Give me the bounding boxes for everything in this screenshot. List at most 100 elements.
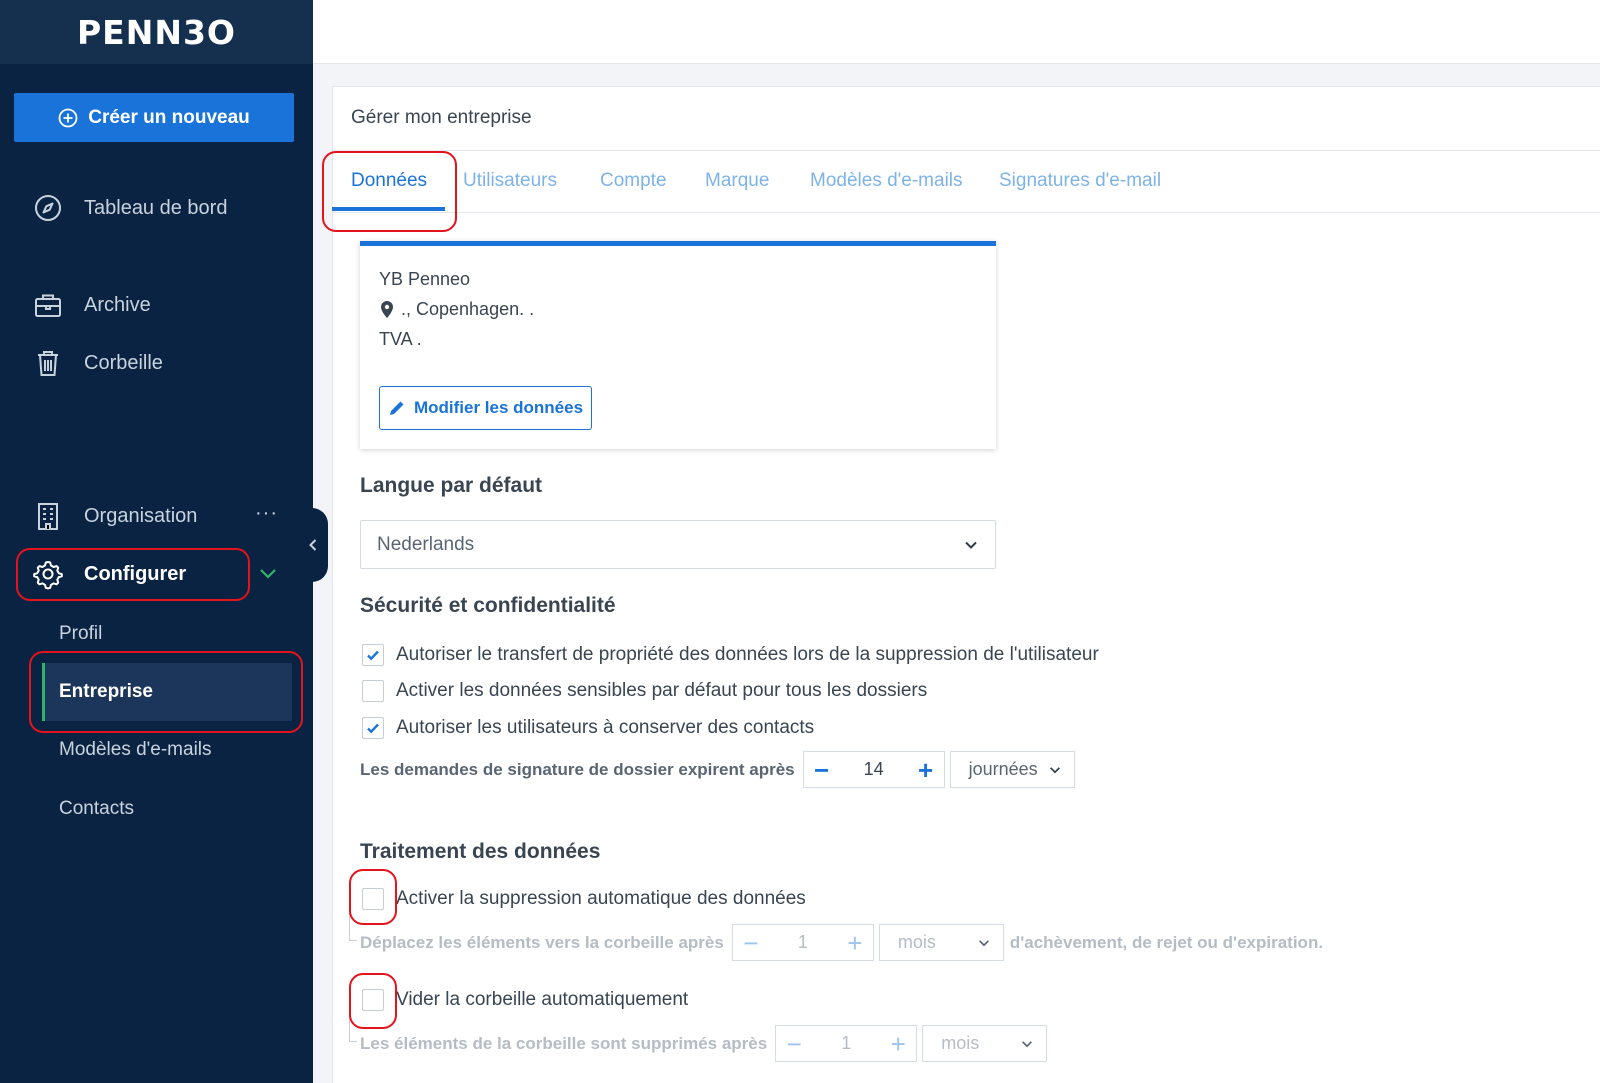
expiry-value[interactable]: 14 bbox=[840, 759, 908, 780]
subnav-label-profile: Profil bbox=[59, 623, 103, 644]
divider bbox=[332, 150, 1600, 151]
tab-users[interactable]: Utilisateurs bbox=[463, 170, 557, 192]
company-name-text: YB Penneo bbox=[379, 269, 471, 289]
checkbox-row-sensitive-data[interactable]: Activer les données sensibles par défaut… bbox=[362, 680, 927, 702]
checkbox-label: Activer les données sensibles par défaut… bbox=[396, 680, 928, 701]
move-unit-value: mois bbox=[897, 932, 936, 952]
trash-stepper[interactable]: − 1 + bbox=[775, 1025, 918, 1062]
checkbox-row-ownership-transfer[interactable]: Autoriser le transfert de propriété des … bbox=[362, 644, 1099, 666]
increment-button[interactable]: + bbox=[837, 926, 873, 960]
checkbox-label: Autoriser le transfert de propriété des … bbox=[396, 644, 1099, 665]
trash-unit-select[interactable]: mois bbox=[922, 1025, 1048, 1062]
edit-data-button[interactable]: Modifier les données bbox=[379, 386, 592, 430]
nav-item-organisation[interactable]: Organisation bbox=[32, 500, 197, 532]
checkbox-row-auto-delete[interactable]: Activer la suppression automatique des d… bbox=[362, 888, 806, 910]
security-heading: Sécurité et confidentialité bbox=[360, 594, 616, 617]
chevron-down-icon bbox=[1022, 1040, 1033, 1047]
checkbox-auto-delete[interactable] bbox=[362, 888, 384, 910]
subnav-item-company[interactable]: Entreprise bbox=[42, 663, 292, 721]
processing-heading: Traitement des données bbox=[360, 840, 601, 863]
nav-label-archive: Archive bbox=[84, 293, 151, 316]
subnav-label-contacts: Contacts bbox=[59, 798, 134, 819]
company-address: ., Copenhagen. . bbox=[379, 299, 534, 320]
nav-item-dashboard[interactable]: Tableau de bord bbox=[32, 192, 227, 224]
trash-label: Les éléments de la corbeille sont suppri… bbox=[360, 1033, 768, 1053]
subnav-label-email-templates: Modèles d'e-mails bbox=[59, 739, 212, 760]
checkbox-ownership-transfer[interactable] bbox=[362, 644, 384, 666]
logo[interactable]: PENN3O bbox=[77, 13, 236, 52]
trash-value[interactable]: 1 bbox=[812, 1033, 880, 1054]
top-bar bbox=[313, 0, 1600, 64]
checkbox-empty-trash[interactable] bbox=[362, 989, 384, 1011]
move-label: Déplacez les éléments vers la corbeille … bbox=[360, 932, 724, 952]
tabs-divider bbox=[332, 212, 1600, 213]
plus-circle-icon bbox=[58, 108, 78, 127]
compass-icon bbox=[35, 195, 61, 221]
subnav-label-company: Entreprise bbox=[59, 681, 153, 702]
company-address-text: ., Copenhagen. . bbox=[401, 299, 535, 319]
checkbox-keep-contacts[interactable] bbox=[362, 717, 384, 739]
chevron-down-icon[interactable] bbox=[257, 562, 279, 584]
nav-item-configure[interactable]: Configurer bbox=[32, 558, 186, 590]
tab-email-signatures[interactable]: Signatures d'e-mail bbox=[999, 170, 1161, 192]
expiry-row: Les demandes de signature de dossier exp… bbox=[360, 751, 1075, 788]
nav-item-archive[interactable]: Archive bbox=[32, 289, 151, 321]
expiry-stepper[interactable]: − 14 + bbox=[802, 751, 945, 788]
create-new-label: Créer un nouveau bbox=[88, 106, 250, 128]
nav-label-organisation: Organisation bbox=[84, 504, 198, 527]
indent-bracket bbox=[349, 913, 357, 941]
checkbox-sensitive-data[interactable] bbox=[362, 680, 384, 702]
trash-icon bbox=[38, 351, 58, 376]
checkbox-label: Activer la suppression automatique des d… bbox=[396, 888, 806, 909]
map-pin-icon bbox=[381, 301, 393, 318]
gear-icon bbox=[33, 561, 63, 590]
decrement-button[interactable]: − bbox=[733, 926, 769, 960]
check-icon bbox=[367, 723, 379, 734]
nav-label-dashboard: Tableau de bord bbox=[84, 196, 228, 219]
expiry-unit-value: journées bbox=[968, 759, 1038, 779]
nav-label-configure: Configurer bbox=[84, 562, 187, 585]
company-vat: TVA . bbox=[379, 329, 422, 350]
chevron-left-icon bbox=[309, 539, 317, 551]
trash-delete-row: Les éléments de la corbeille sont suppri… bbox=[360, 1025, 1048, 1062]
checkbox-row-keep-contacts[interactable]: Autoriser les utilisateurs à conserver d… bbox=[362, 717, 814, 739]
subnav-item-email-templates[interactable]: Modèles d'e-mails bbox=[42, 721, 292, 779]
briefcase-icon bbox=[35, 294, 61, 317]
tab-email-templates[interactable]: Modèles d'e-mails bbox=[810, 170, 963, 192]
increment-button[interactable]: + bbox=[908, 753, 944, 787]
create-new-button[interactable]: Créer un nouveau bbox=[14, 93, 294, 142]
decrement-button[interactable]: − bbox=[804, 753, 840, 787]
company-vat-text: TVA . bbox=[379, 329, 422, 349]
chevron-down-icon bbox=[978, 939, 989, 946]
expiry-unit-select[interactable]: journées bbox=[949, 751, 1075, 788]
pencil-icon bbox=[389, 401, 404, 415]
language-select[interactable]: Nederlands bbox=[360, 520, 996, 569]
increment-button[interactable]: + bbox=[880, 1027, 916, 1061]
move-unit-select[interactable]: mois bbox=[878, 924, 1004, 961]
move-value[interactable]: 1 bbox=[769, 932, 837, 953]
check-icon bbox=[367, 650, 379, 661]
active-tab-indicator bbox=[332, 207, 445, 211]
tab-data[interactable]: Données bbox=[351, 170, 427, 192]
collapse-sidebar-button[interactable] bbox=[298, 508, 328, 582]
nav-item-trash[interactable]: Corbeille bbox=[32, 347, 163, 379]
tab-account[interactable]: Compte bbox=[600, 170, 667, 192]
organisation-more-icon[interactable]: ··· bbox=[255, 502, 278, 525]
edit-data-label: Modifier les données bbox=[413, 398, 584, 417]
decrement-button[interactable]: − bbox=[776, 1027, 812, 1061]
checkbox-label: Autoriser les utilisateurs à conserver d… bbox=[396, 717, 815, 738]
company-name: YB Penneo bbox=[379, 269, 470, 290]
chevron-down-icon bbox=[965, 541, 977, 549]
language-heading: Langue par défaut bbox=[360, 474, 543, 497]
checkbox-row-empty-trash[interactable]: Vider la corbeille automatiquement bbox=[362, 989, 688, 1011]
nav-label-trash: Corbeille bbox=[84, 351, 163, 374]
page-title: Gérer mon entreprise bbox=[351, 107, 532, 128]
building-icon bbox=[38, 503, 58, 530]
subnav-item-profile[interactable]: Profil bbox=[42, 605, 292, 663]
language-select-value: Nederlands bbox=[377, 533, 475, 555]
checkbox-label: Vider la corbeille automatiquement bbox=[396, 989, 689, 1010]
subnav-item-contacts[interactable]: Contacts bbox=[42, 780, 292, 838]
tab-brand[interactable]: Marque bbox=[705, 170, 769, 192]
move-to-trash-row: Déplacez les éléments vers la corbeille … bbox=[360, 924, 1323, 961]
move-stepper[interactable]: − 1 + bbox=[731, 924, 874, 961]
